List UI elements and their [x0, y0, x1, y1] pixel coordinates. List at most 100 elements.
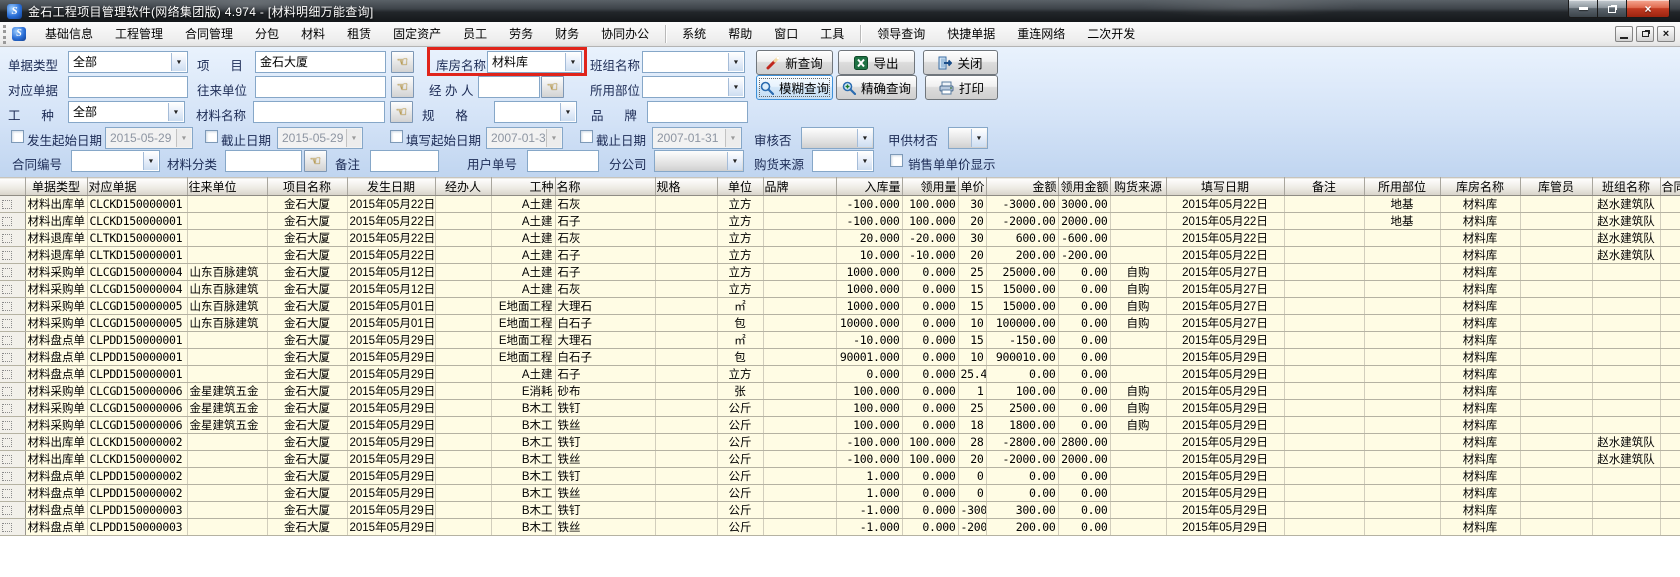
cell[interactable]: 材料库 — [1440, 400, 1520, 417]
cell[interactable]: CLCKD150000002 — [87, 451, 187, 468]
table-row-2[interactable]: 材料退库单CLTKD150000001金石大厦2015年05月22日A土建石灰立… — [0, 230, 1680, 247]
cell[interactable] — [655, 366, 717, 383]
cell[interactable] — [1660, 298, 1680, 315]
cell[interactable] — [187, 451, 267, 468]
cell[interactable]: 立方 — [717, 230, 763, 247]
cell[interactable] — [1284, 247, 1364, 264]
cell[interactable]: 2015年05月22日 — [347, 247, 435, 264]
cell[interactable]: 2015年05月29日 — [1166, 383, 1284, 400]
cell[interactable] — [763, 264, 836, 281]
cell[interactable]: 公斤 — [717, 502, 763, 519]
cell[interactable] — [763, 298, 836, 315]
cell[interactable] — [187, 468, 267, 485]
cell[interactable] — [1110, 349, 1166, 366]
cell[interactable]: 金石大厦 — [267, 366, 347, 383]
cell[interactable]: 0 — [958, 485, 986, 502]
cell[interactable]: 2015年05月29日 — [1166, 400, 1284, 417]
cell[interactable]: 2015年05月29日 — [1166, 468, 1284, 485]
cell[interactable]: 2015年05月27日 — [1166, 281, 1284, 298]
cell[interactable]: B木工 — [491, 400, 555, 417]
cell[interactable]: CLTKD150000001 — [87, 247, 187, 264]
cell[interactable]: 材料库 — [1440, 519, 1520, 536]
cell[interactable]: CLPDD150000001 — [87, 332, 187, 349]
cell[interactable]: CLCGD150000005 — [87, 298, 187, 315]
cell[interactable]: 2015年05月29日 — [1166, 349, 1284, 366]
cell[interactable]: CLCGD150000005 — [87, 315, 187, 332]
fill-start-dropdown-button[interactable]: ▼ — [546, 129, 561, 147]
cell[interactable] — [1284, 383, 1364, 400]
cell[interactable] — [1520, 230, 1592, 247]
table-row-9[interactable]: 材料盘点单CLPDD150000001金石大厦2015年05月29日E地面工程白… — [0, 349, 1680, 366]
cell[interactable] — [1520, 213, 1592, 230]
restore-button[interactable] — [1598, 0, 1626, 18]
fill-start-date-combo[interactable]: 2007-01-31 ▼ — [486, 127, 563, 149]
occur-end-dropdown-button[interactable]: ▼ — [346, 129, 361, 147]
cell[interactable] — [1592, 349, 1660, 366]
cell[interactable] — [1364, 247, 1440, 264]
supplier-input[interactable] — [255, 76, 386, 98]
cell[interactable] — [1110, 451, 1166, 468]
cell[interactable]: 3000.00 — [1058, 196, 1110, 213]
cell[interactable]: -150.00 — [986, 332, 1058, 349]
cell[interactable]: 20 — [958, 451, 986, 468]
cell[interactable] — [187, 502, 267, 519]
cell[interactable]: 0.00 — [1058, 468, 1110, 485]
cell[interactable]: A土建 — [491, 264, 555, 281]
cell[interactable]: 2015年05月29日 — [347, 468, 435, 485]
cell[interactable] — [187, 196, 267, 213]
cell[interactable]: 材料库 — [1440, 417, 1520, 434]
cell[interactable] — [187, 213, 267, 230]
cell[interactable] — [763, 485, 836, 502]
cell[interactable] — [763, 434, 836, 451]
column-header-6[interactable]: 工种 — [491, 178, 555, 196]
column-header-7[interactable]: 名称 — [555, 178, 655, 196]
cell[interactable]: 25000.00 — [986, 264, 1058, 281]
cell[interactable]: 20 — [958, 247, 986, 264]
cell[interactable]: 金石大厦 — [267, 383, 347, 400]
cell[interactable]: 材料库 — [1440, 434, 1520, 451]
cell[interactable]: 立方 — [717, 366, 763, 383]
cell[interactable]: 立方 — [717, 264, 763, 281]
cell[interactable] — [1110, 485, 1166, 502]
cell[interactable] — [435, 315, 491, 332]
cell[interactable]: -100.000 — [836, 451, 902, 468]
cell[interactable]: 25 — [958, 400, 986, 417]
cell[interactable]: 2015年05月01日 — [347, 315, 435, 332]
cell[interactable] — [1364, 451, 1440, 468]
menu-item-14[interactable]: 窗口 — [763, 22, 809, 46]
cell[interactable] — [763, 247, 836, 264]
row-handle[interactable] — [0, 519, 25, 536]
cell[interactable] — [1660, 247, 1680, 264]
cell[interactable]: 0.00 — [1058, 400, 1110, 417]
cell[interactable]: 金石大厦 — [267, 400, 347, 417]
cell[interactable]: 包 — [717, 315, 763, 332]
column-header-18[interactable]: 备注 — [1284, 178, 1364, 196]
cell[interactable]: 材料库 — [1440, 366, 1520, 383]
cell[interactable]: 自购 — [1110, 315, 1166, 332]
cell[interactable] — [1592, 519, 1660, 536]
cell[interactable]: 立方 — [717, 196, 763, 213]
contract-no-combo[interactable]: ▼ — [71, 150, 160, 172]
cell[interactable]: 2015年05月12日 — [347, 281, 435, 298]
occur-end-date-combo[interactable]: 2015-05-29 ▼ — [277, 127, 363, 149]
cell[interactable] — [1660, 349, 1680, 366]
cell[interactable] — [187, 485, 267, 502]
cell[interactable]: 2015年05月27日 — [1166, 315, 1284, 332]
cell[interactable]: 金石大厦 — [267, 315, 347, 332]
table-row-12[interactable]: 材料采购单CLCGD150000006金星建筑五金金石大厦2015年05月29日… — [0, 400, 1680, 417]
menu-item-15[interactable]: 工具 — [809, 22, 855, 46]
cell[interactable] — [763, 366, 836, 383]
cell[interactable]: 15000.00 — [986, 298, 1058, 315]
cell[interactable]: 公斤 — [717, 451, 763, 468]
cell[interactable]: 25 — [958, 264, 986, 281]
cell[interactable] — [1364, 298, 1440, 315]
cell[interactable]: 1.000 — [836, 468, 902, 485]
column-header-0[interactable]: 单据类型 — [25, 178, 87, 196]
cell[interactable] — [1364, 315, 1440, 332]
cell[interactable] — [435, 332, 491, 349]
cell[interactable] — [1520, 281, 1592, 298]
cell[interactable]: B木工 — [491, 468, 555, 485]
cell[interactable]: 包 — [717, 349, 763, 366]
cell[interactable]: 2800.00 — [1058, 434, 1110, 451]
cell[interactable]: 赵水建筑队 — [1592, 434, 1660, 451]
